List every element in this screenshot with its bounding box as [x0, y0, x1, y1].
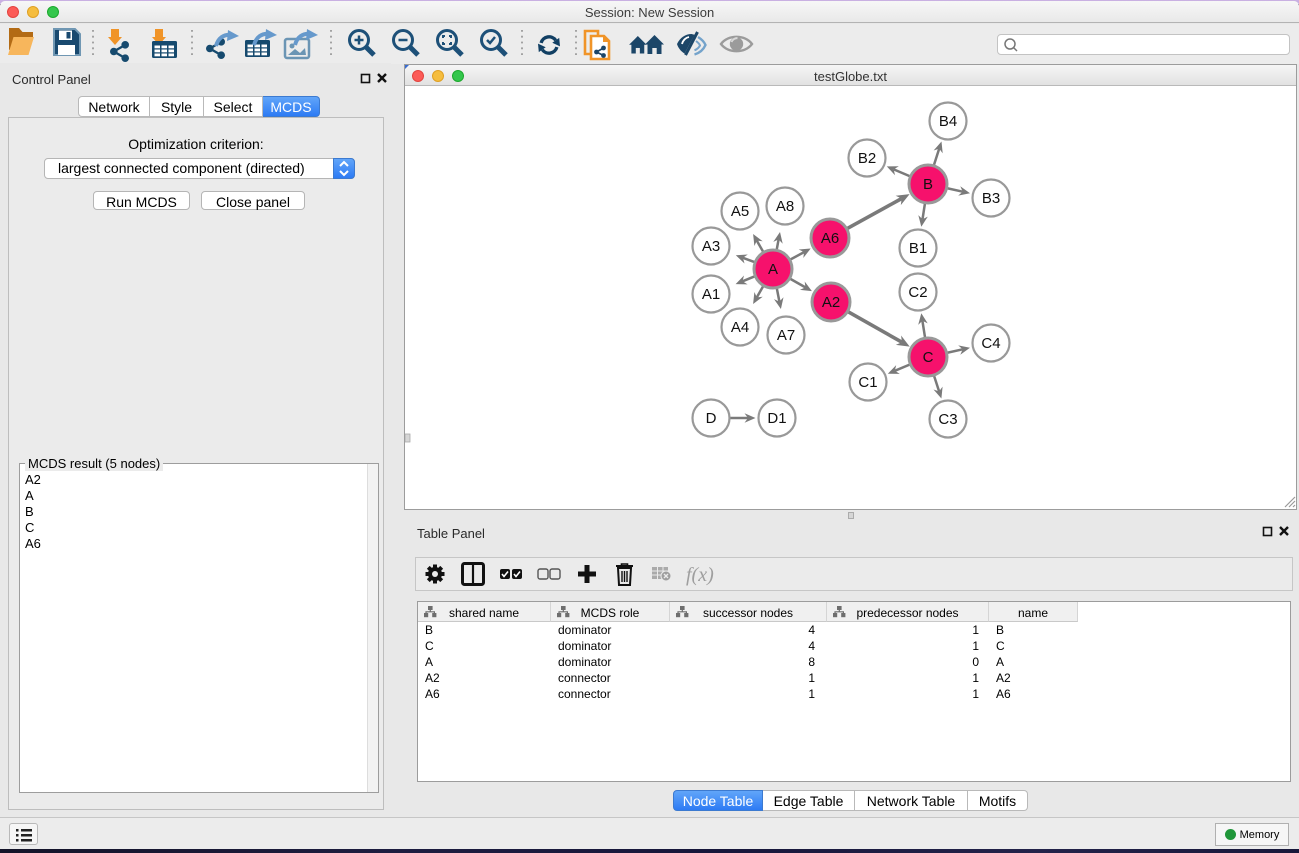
svg-text:B4: B4	[939, 113, 957, 130]
svg-text:C1: C1	[858, 374, 877, 391]
svg-text:B2: B2	[858, 150, 876, 167]
svg-text:A1: A1	[702, 286, 720, 303]
svg-text:B: B	[923, 176, 933, 193]
svg-text:C2: C2	[908, 284, 927, 301]
svg-text:C: C	[923, 349, 934, 366]
svg-text:A6: A6	[821, 230, 839, 247]
svg-text:A2: A2	[822, 294, 840, 311]
svg-text:D: D	[706, 410, 717, 427]
svg-text:B3: B3	[982, 190, 1000, 207]
svg-text:C4: C4	[981, 335, 1000, 352]
svg-text:A: A	[768, 261, 778, 278]
svg-text:A4: A4	[731, 319, 749, 336]
svg-text:f(x): f(x)	[686, 564, 714, 586]
svg-text:D1: D1	[767, 410, 786, 427]
svg-text:B1: B1	[909, 240, 927, 257]
svg-text:A7: A7	[777, 327, 795, 344]
svg-text:A3: A3	[702, 238, 720, 255]
svg-text:A8: A8	[776, 198, 794, 215]
svg-text:A5: A5	[731, 203, 749, 220]
svg-text:C3: C3	[938, 411, 957, 428]
